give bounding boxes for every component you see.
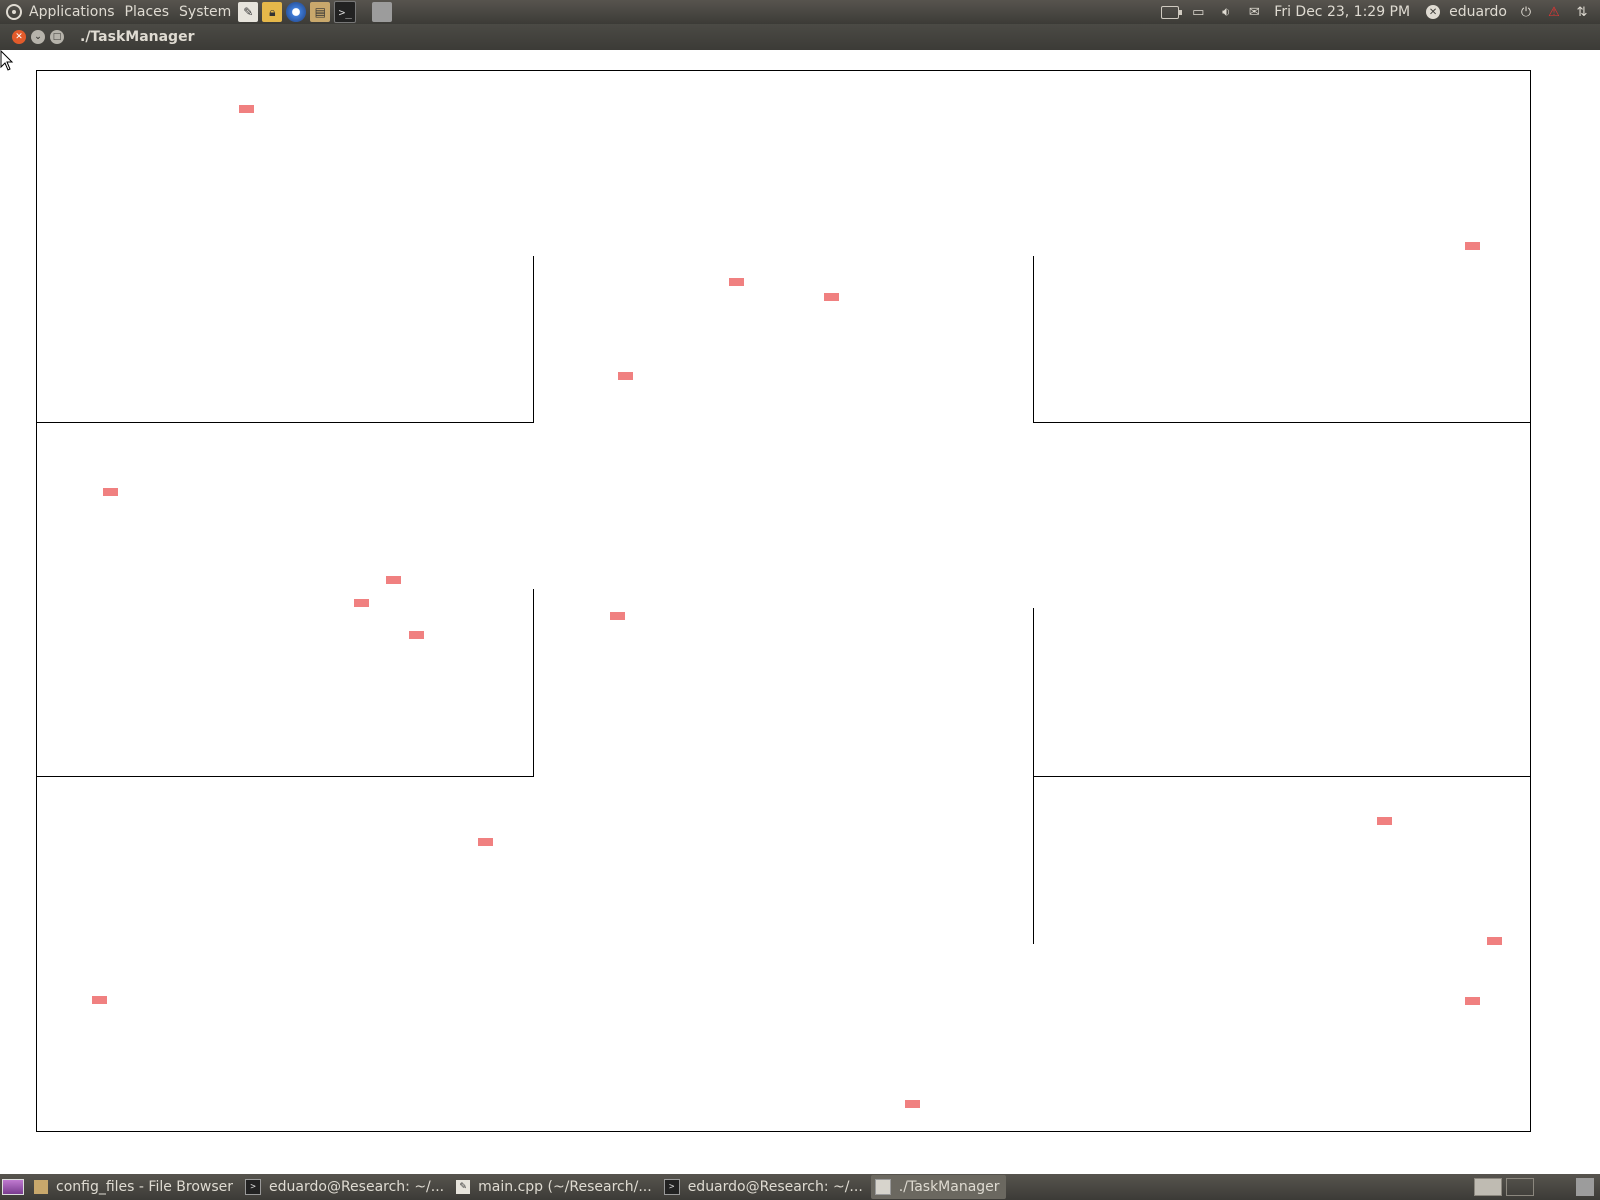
user-menu[interactable]: eduardo (1444, 4, 1512, 20)
window-titlebar[interactable]: ✕ ⌄ □ ./TaskManager (0, 24, 1600, 50)
volume-icon[interactable]: 🔉︎ (1217, 3, 1235, 21)
menu-places[interactable]: Places (120, 4, 175, 20)
taskbar-item-label: eduardo@Research: ~/... (687, 1179, 863, 1195)
task-marker[interactable] (1465, 997, 1480, 1005)
clock[interactable]: Fri Dec 23, 1:29 PM (1268, 4, 1416, 20)
file-manager-icon[interactable]: ▤ (310, 2, 331, 22)
bottom-panel: config_files - File Browser > eduardo@Re… (0, 1174, 1600, 1200)
panel-left: Applications Places System ✎ 🔒︎ ▤ >_ (0, 0, 394, 24)
workspace-2[interactable] (1506, 1178, 1534, 1196)
task-marker[interactable] (409, 631, 424, 639)
ubuntu-logo-icon[interactable] (6, 4, 22, 20)
minimize-icon[interactable]: ⌄ (31, 30, 45, 44)
taskbar-item[interactable]: config_files - File Browser (30, 1175, 239, 1199)
battery-icon[interactable] (1161, 3, 1183, 21)
task-marker[interactable] (618, 372, 633, 380)
task-marker[interactable] (729, 278, 744, 286)
lock-icon[interactable]: 🔒︎ (262, 2, 283, 22)
task-marker[interactable] (386, 576, 401, 584)
top-panel: Applications Places System ✎ 🔒︎ ▤ >_ ▭ 🔉… (0, 0, 1600, 24)
map-drawing (36, 70, 1531, 1132)
terminal-icon[interactable]: >_ (334, 1, 357, 23)
task-marker[interactable] (610, 612, 625, 620)
menu-system[interactable]: System (174, 4, 236, 20)
task-marker[interactable] (92, 996, 107, 1004)
terminal-icon: > (663, 1179, 680, 1195)
task-marker[interactable] (1465, 242, 1480, 250)
show-desktop-icon[interactable] (2, 1179, 24, 1195)
taskbar-item[interactable]: ✎ main.cpp (~/Research/... (452, 1175, 658, 1199)
task-marker[interactable] (1487, 937, 1502, 945)
mail-icon[interactable]: ✉ (1245, 3, 1263, 21)
text-editor-icon: ✎ (456, 1180, 471, 1194)
app-window-icon (874, 1179, 891, 1195)
mouse-cursor-icon (0, 50, 14, 71)
workspace-1[interactable] (1474, 1178, 1502, 1196)
window-title: ./TaskManager (80, 29, 195, 45)
maximize-icon[interactable]: □ (50, 30, 64, 44)
task-marker[interactable] (478, 838, 493, 846)
trash-icon[interactable] (372, 2, 393, 22)
task-marker[interactable] (1377, 817, 1392, 825)
trash-icon[interactable] (1576, 1178, 1594, 1196)
task-marker[interactable] (905, 1100, 920, 1108)
task-marker[interactable] (824, 293, 839, 301)
close-icon[interactable]: ✕ (12, 30, 26, 44)
network-icon[interactable]: ⇅ (1573, 3, 1591, 21)
terminal-icon: > (245, 1179, 262, 1195)
text-editor-icon[interactable]: ✎ (238, 2, 259, 22)
task-canvas[interactable] (0, 50, 1600, 1174)
taskbar-item-label: eduardo@Research: ~/... (269, 1179, 445, 1195)
power-icon[interactable]: ⏻ (1517, 3, 1535, 21)
panel-right: ▭ 🔉︎ ✉ Fri Dec 23, 1:29 PM ✕ eduardo ⏻ ⚠… (1156, 0, 1600, 24)
task-marker[interactable] (239, 105, 254, 113)
user-status-icon[interactable]: ✕ (1426, 5, 1441, 19)
taskbar-item-label: ./TaskManager (898, 1179, 1000, 1195)
browser-icon[interactable] (286, 2, 307, 22)
taskbar-item-label: main.cpp (~/Research/... (478, 1179, 652, 1195)
task-marker[interactable] (354, 599, 369, 607)
taskbar-item-label: config_files - File Browser (56, 1179, 234, 1195)
folder-icon (34, 1180, 48, 1194)
display-icon[interactable]: ▭ (1189, 3, 1207, 21)
taskbar-item[interactable]: > eduardo@Research: ~/... (241, 1175, 450, 1199)
task-marker[interactable] (103, 488, 118, 496)
menu-applications[interactable]: Applications (24, 4, 120, 20)
outer-boundary (36, 70, 1531, 1132)
warning-icon[interactable]: ⚠ (1545, 3, 1563, 21)
taskbar-item[interactable]: > eduardo@Research: ~/... (660, 1175, 869, 1199)
taskbar-item-active[interactable]: ./TaskManager (870, 1175, 1006, 1199)
workspace-switcher (1472, 1178, 1600, 1196)
